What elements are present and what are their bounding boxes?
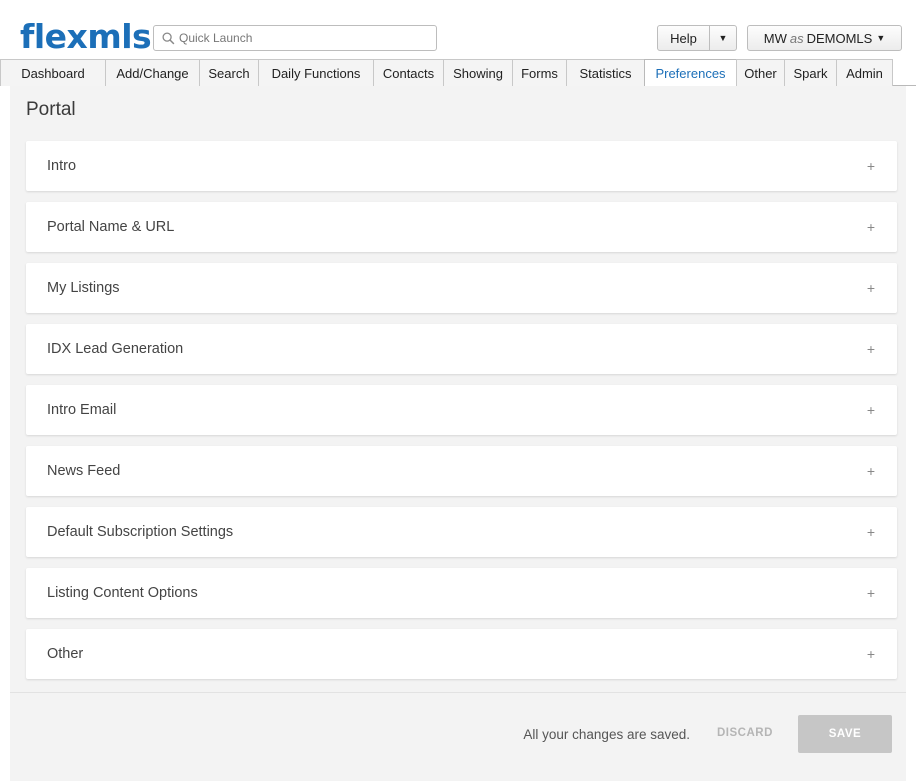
flexmls-logo[interactable]: flexmls — [20, 17, 152, 57]
panel-my-listings[interactable]: My Listings + — [26, 263, 897, 313]
tab-contacts[interactable]: Contacts — [373, 59, 444, 86]
panel-title: Other — [47, 646, 84, 662]
expand-plus-icon[interactable]: + — [867, 341, 875, 357]
quick-launch-input[interactable] — [179, 31, 429, 45]
expand-plus-icon[interactable]: + — [867, 646, 875, 662]
tab-spark[interactable]: Spark — [784, 59, 837, 86]
panel-title: IDX Lead Generation — [47, 341, 184, 357]
panel-title: Intro — [47, 158, 77, 174]
panel-other[interactable]: Other + — [26, 629, 897, 679]
footer-divider — [10, 692, 906, 693]
tab-preferences[interactable]: Preferences — [644, 59, 737, 87]
expand-plus-icon[interactable]: + — [867, 402, 875, 418]
panel-title: Intro Email — [47, 402, 117, 418]
expand-plus-icon[interactable]: + — [867, 463, 875, 479]
app-header: flexmls Help ▼ MW as DEMOMLS ▼ — [0, 0, 916, 60]
expand-plus-icon[interactable]: + — [867, 524, 875, 540]
tab-showing[interactable]: Showing — [443, 59, 513, 86]
expand-plus-icon[interactable]: + — [867, 158, 875, 174]
expand-plus-icon[interactable]: + — [867, 585, 875, 601]
caret-down-icon: ▼ — [876, 33, 886, 43]
panel-news-feed[interactable]: News Feed + — [26, 446, 897, 496]
search-icon — [162, 31, 175, 44]
as-label: as — [789, 30, 804, 46]
panel-portal-name-url[interactable]: Portal Name & URL + — [26, 202, 897, 252]
panel-listing-content-options[interactable]: Listing Content Options + — [26, 568, 897, 618]
tab-statistics[interactable]: Statistics — [566, 59, 645, 86]
panel-intro-email[interactable]: Intro Email + — [26, 385, 897, 435]
expand-plus-icon[interactable]: + — [867, 219, 875, 235]
panel-title: My Listings — [47, 280, 120, 296]
portal-preferences-main: Portal Intro + Portal Name & URL + My Li… — [10, 86, 906, 781]
caret-down-icon[interactable]: ▼ — [710, 26, 736, 50]
panel-title: News Feed — [47, 463, 121, 479]
panel-title: Listing Content Options — [47, 585, 198, 601]
tab-forms[interactable]: Forms — [512, 59, 567, 86]
account-name: DEMOMLS — [806, 30, 873, 46]
tab-admin[interactable]: Admin — [836, 59, 893, 86]
expand-plus-icon[interactable]: + — [867, 280, 875, 296]
user-initials: MW — [763, 30, 787, 46]
help-button-label[interactable]: Help — [658, 26, 710, 50]
discard-button[interactable]: DISCARD — [717, 727, 773, 739]
panel-intro[interactable]: Intro + — [26, 141, 897, 191]
quick-launch-search[interactable] — [153, 25, 437, 51]
page-title: Portal — [26, 99, 76, 120]
tab-search[interactable]: Search — [199, 59, 259, 86]
tab-add-change[interactable]: Add/Change — [105, 59, 200, 86]
user-account-button[interactable]: MW as DEMOMLS ▼ — [747, 25, 902, 51]
panel-title: Portal Name & URL — [47, 219, 175, 235]
tab-daily-functions[interactable]: Daily Functions — [258, 59, 374, 86]
tab-dashboard[interactable]: Dashboard — [0, 59, 106, 86]
tab-other[interactable]: Other — [736, 59, 785, 86]
panel-title: Default Subscription Settings — [47, 524, 234, 540]
main-nav-tabs: Dashboard Add/Change Search Daily Functi… — [0, 59, 916, 87]
save-status-text: All your changes are saved. — [523, 727, 690, 742]
panel-default-subscription-settings[interactable]: Default Subscription Settings + — [26, 507, 897, 557]
save-button[interactable]: SAVE — [798, 715, 892, 753]
panel-idx-lead-generation[interactable]: IDX Lead Generation + — [26, 324, 897, 374]
help-menu-button[interactable]: Help ▼ — [657, 25, 737, 51]
